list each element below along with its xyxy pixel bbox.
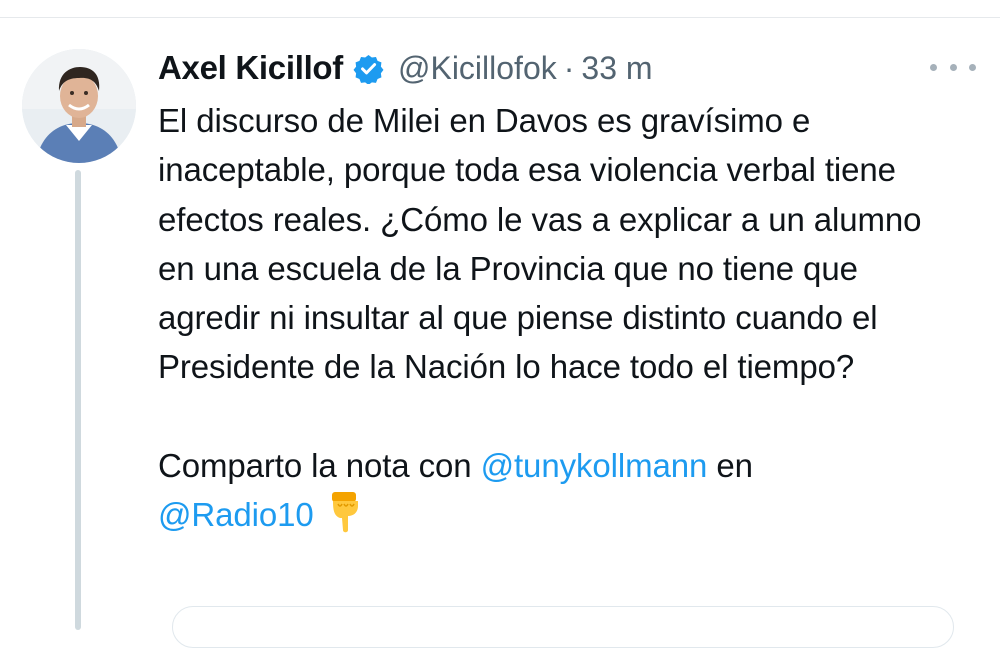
mention-radio10[interactable]: @Radio10 <box>158 496 314 533</box>
avatar-photo <box>22 49 136 163</box>
top-divider <box>0 17 1000 18</box>
text-mid: en <box>716 446 753 484</box>
header-separator: · <box>563 49 575 86</box>
verified-badge-icon <box>353 53 384 84</box>
author-name[interactable]: Axel Kicillof <box>158 49 343 87</box>
pointing-down-hand-icon <box>328 490 364 547</box>
tweet-timestamp[interactable]: 33 m <box>581 50 652 87</box>
mention-tunykollmann[interactable]: @tunykollmann <box>481 447 708 484</box>
thread-line <box>75 170 81 630</box>
text-prefix: Comparto la nota con <box>158 446 472 484</box>
author-handle[interactable]: @Kicillofok <box>398 50 557 87</box>
avatar[interactable] <box>22 49 136 163</box>
tweet-header: Axel Kicillof @Kicillofok · 33 m <box>158 44 653 92</box>
more-options-icon[interactable] <box>930 52 976 82</box>
tweet-text: El discurso de Milei en Davos es gravísi… <box>158 96 958 547</box>
attached-card-edge[interactable] <box>172 606 954 648</box>
tweet-paragraph-1: El discurso de Milei en Davos es gravísi… <box>158 102 922 386</box>
tweet-paragraph-2: Comparto la nota con @tunykollmann en @Ra… <box>158 441 958 548</box>
